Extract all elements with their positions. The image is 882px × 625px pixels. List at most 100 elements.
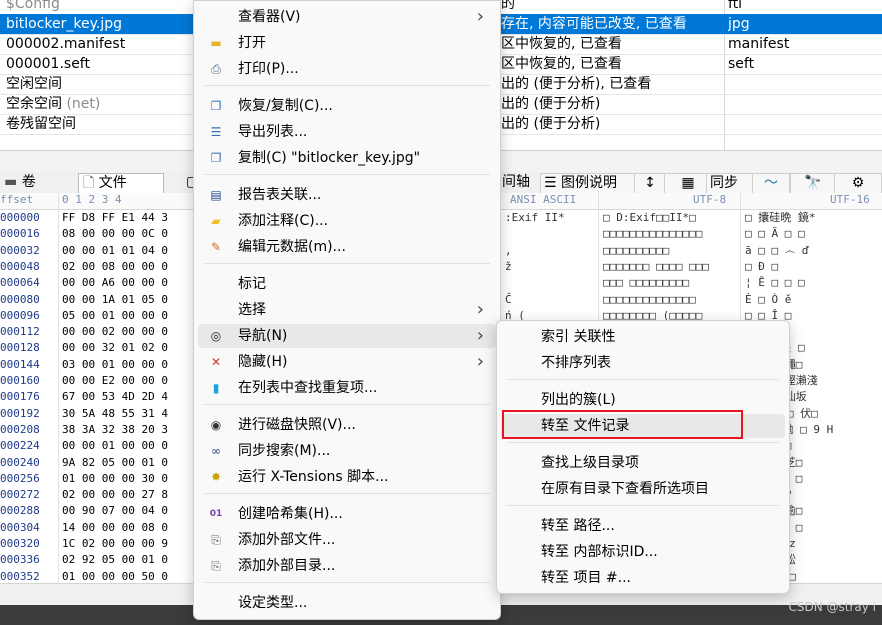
file-description: 的 <box>501 0 515 12</box>
hex-offset: 000144 <box>0 357 40 371</box>
menu-item-set-type[interactable]: 设定类型... <box>198 591 496 615</box>
hex-offset: 000208 <box>0 422 40 436</box>
submenu-item-goto-id[interactable]: 转至 内部标识ID... <box>501 540 785 564</box>
utf8-text: □□□□□□□□□□□□□□ <box>603 292 696 306</box>
scroll-arrows-icon[interactable]: ↕ <box>634 173 666 194</box>
menu-item-report[interactable]: ▤ 报告表关联... <box>198 183 496 207</box>
menu-item-label: 打印(P)... <box>238 61 299 77</box>
submenu-item-index-link[interactable]: 索引 关联性 <box>501 325 785 349</box>
menu-item-label: 添加注释(C)... <box>238 213 329 229</box>
menu-item-add-file[interactable]: ⎘ 添加外部文件... <box>198 528 496 552</box>
menu-item-xtensions[interactable]: ✸ 运行 X-Tensions 脚本... <box>198 465 496 489</box>
legend-button[interactable]: ☰ 图例说明 <box>540 173 636 194</box>
printer-icon: ⎙ <box>211 62 221 76</box>
byte-column-header: 0 1 2 3 4 <box>62 193 122 206</box>
file-extension <box>728 95 878 113</box>
menu-item-print[interactable]: ⎙ 打印(P)... <box>198 57 496 81</box>
hex-bytes: 00 00 02 00 00 0 <box>62 325 168 339</box>
utf16-text: □ 攮硅晩 鏡* <box>745 211 816 224</box>
menu-item-label: 同步搜索(M)... <box>238 443 331 459</box>
menu-separator <box>204 493 490 494</box>
menu-item-open[interactable]: ▬ 打开 <box>198 31 496 55</box>
chevron-right-icon: › <box>476 299 484 320</box>
hex-offset: 000032 <box>0 243 40 257</box>
menu-item-add-dir[interactable]: ⎘ 添加外部目录... <box>198 554 496 578</box>
menu-item-label: 在列表中查找重复项... <box>238 380 378 396</box>
menu-item-label: 运行 X-Tensions 脚本... <box>238 469 389 485</box>
sync-button[interactable]: 同步 <box>706 173 754 194</box>
menu-item-copy-name[interactable]: ❐ 复制(C) "bitlocker_key.jpg" <box>198 146 496 170</box>
menu-item-metadata[interactable]: ✎ 编辑元数据(m)... <box>198 235 496 259</box>
menu-item-select[interactable]: 选择 › <box>198 298 496 322</box>
binary-icon: 01 <box>209 509 223 519</box>
clipboard-icon: ❐ <box>210 151 222 165</box>
image-icon[interactable]: ▦ <box>664 173 712 194</box>
menu-separator <box>507 505 779 506</box>
menu-item-navigate[interactable]: ◎ 导航(N) › <box>198 324 496 348</box>
menu-item-find-dup[interactable]: ▮ 在列表中查找重复项... <box>198 376 496 400</box>
file-extension: jpg <box>728 16 750 32</box>
settings-icon[interactable]: ⚙ <box>834 173 882 194</box>
highlight-box <box>502 410 743 439</box>
menu-item-snapshot[interactable]: ◉ 进行磁盘快照(V)... <box>198 413 496 437</box>
paperclip-icon: ⎘ <box>211 559 221 573</box>
hex-offset: 000336 <box>0 553 40 567</box>
menu-separator <box>204 263 490 264</box>
menu-item-viewer[interactable]: 查看器(V) › <box>198 5 496 29</box>
menu-item-sync-search[interactable]: ∞ 同步搜索(M)... <box>198 439 496 463</box>
menu-item-export-list[interactable]: ☰ 导出列表... <box>198 120 496 144</box>
hex-offset: 000000 <box>0 211 40 224</box>
utf8-header: UTF-8 <box>693 193 727 206</box>
menu-item-label: 恢复/复制(C)... <box>238 98 333 114</box>
folder-icon: ▬ <box>210 36 222 50</box>
hex-bytes: 14 00 00 00 08 0 <box>62 520 168 534</box>
menu-item-label: 选择 <box>238 302 266 318</box>
utf16-header: UTF-16 <box>830 193 870 206</box>
menu-separator <box>204 174 490 175</box>
file-name: $Config <box>6 0 60 12</box>
menu-item-label: 复制(C) "bitlocker_key.jpg" <box>238 150 421 166</box>
submenu-item-view-in-dir[interactable]: 在原有目录下查看所选项目 <box>501 477 785 501</box>
menu-item-label: 设定类型... <box>238 595 308 611</box>
file-name-suffix: (net) <box>62 96 101 112</box>
tab-timeline[interactable]: 间轴 <box>502 173 538 192</box>
submenu-item-label: 列出的簇(L) <box>541 392 616 408</box>
menu-item-recover[interactable]: ❐ 恢复/复制(C)... <box>198 94 496 118</box>
binoculars-icon[interactable]: 🔭 <box>790 173 836 194</box>
tab-volume[interactable]: ▬ 卷 <box>4 173 60 192</box>
menu-item-label: 添加外部目录... <box>238 558 336 574</box>
hex-offset: 000288 <box>0 504 40 518</box>
menu-item-comment[interactable]: ▰ 添加注释(C)... <box>198 209 496 233</box>
utf8-text: □ D:Exif□□II*□ <box>603 211 696 224</box>
menu-item-hash-set[interactable]: 01 创建哈希集(H)... <box>198 502 496 526</box>
tab-file[interactable]: 🗋 文件 <box>78 173 164 193</box>
submenu-item-find-parent[interactable]: 查找上级目录项 <box>501 451 785 475</box>
file-extension: manifest <box>728 36 790 52</box>
submenu-item-goto-path[interactable]: 转至 路径... <box>501 514 785 538</box>
menu-item-hide[interactable]: ✕ 隐藏(H) › <box>198 350 496 374</box>
hex-offset: 000048 <box>0 259 40 273</box>
submenu-item-goto-item[interactable]: 转至 项目 #... <box>501 566 785 590</box>
submenu-item-label: 转至 项目 #... <box>541 570 631 586</box>
file-description: 出的 (便于分析) <box>501 116 601 132</box>
report-icon: ▤ <box>210 188 222 202</box>
hex-offset: 000096 <box>0 308 40 322</box>
hex-offset: 000224 <box>0 439 40 453</box>
submenu-item-label: 不排序列表 <box>541 355 611 371</box>
hex-bytes: FF D8 FF E1 44 3 <box>62 211 168 224</box>
navigate-submenu: 索引 关联性 不排序列表 列出的簇(L) 转至 文件记录 查找上级目录项 在原有目录下查看… <box>496 320 790 594</box>
hex-offset: 000064 <box>0 276 40 290</box>
submenu-item-unsorted[interactable]: 不排序列表 <box>501 351 785 375</box>
file-name: 空闲空间 <box>6 76 62 92</box>
list-icon: ☰ <box>210 125 222 139</box>
menu-item-label: 导航(N) <box>238 328 288 344</box>
hex-bytes: 02 00 00 00 27 8 <box>62 488 168 502</box>
file-description: 区中恢复的, 已查看 <box>501 56 622 72</box>
menu-item-mark[interactable]: 标记 <box>198 272 496 296</box>
hex-offset: 000272 <box>0 488 40 502</box>
submenu-item-clusters[interactable]: 列出的簇(L) <box>501 388 785 412</box>
wave-icon[interactable]: 〜 <box>752 173 790 194</box>
binoculars-icon: ∞ <box>211 444 221 458</box>
menu-item-label: 创建哈希集(H)... <box>238 506 343 522</box>
utf16-text: ā □ □ ෴ ď <box>745 243 809 257</box>
